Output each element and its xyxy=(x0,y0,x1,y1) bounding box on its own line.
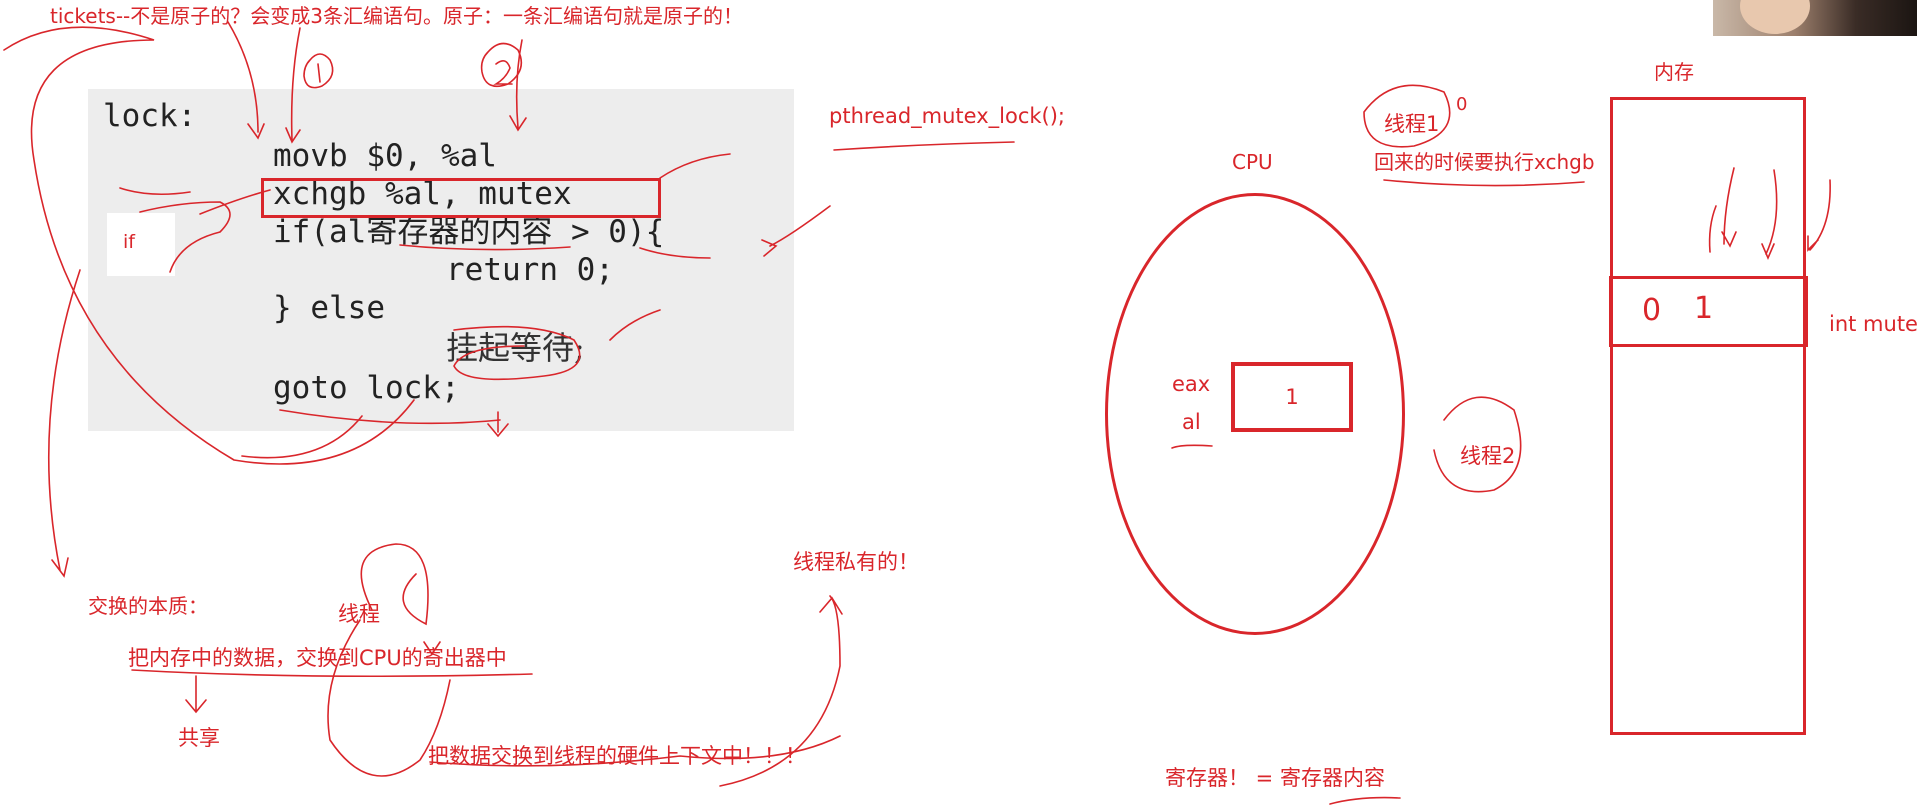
thread-word-note: 线程 xyxy=(338,602,380,626)
circled-mark-1 xyxy=(303,53,334,89)
header-note: tickets--不是原子的？会变成3条汇编语句。原子：一条汇编语句就是原子的！ xyxy=(50,4,743,28)
pthread-call-note: pthread_mutex_lock(); xyxy=(829,104,1065,128)
if-label: if xyxy=(123,231,135,253)
mem-arrow-3 xyxy=(1807,179,1831,252)
code-line-suspend: 挂起等待; xyxy=(446,329,585,367)
swap-desc-note: 把内存中的数据，交换到CPU的寄出器中 xyxy=(128,646,507,670)
code-line-movb: movb $0, %al xyxy=(273,138,497,174)
thread1-label: 线程1 xyxy=(1384,112,1440,136)
underline-pthread xyxy=(833,141,1015,151)
al-register-value: 1 xyxy=(1285,385,1299,409)
thread1-mark: 0 xyxy=(1456,94,1468,115)
shared-note: 共享 xyxy=(178,726,220,750)
code-line-label: lock: xyxy=(103,98,197,134)
swap-to-context-note: 把数据交换到线程的硬件上下文中！！！ xyxy=(428,744,806,768)
mutex-old-value: 0 xyxy=(1642,293,1662,328)
code-line-return: return 0; xyxy=(446,252,614,288)
cpu-label: CPU xyxy=(1232,150,1273,174)
thread1-note: 回来的时候要执行xchgb xyxy=(1374,150,1595,174)
if-label-box: if xyxy=(107,213,175,276)
swap-essence-note: 交换的本质： xyxy=(88,594,208,618)
shared-arrow xyxy=(185,675,207,714)
al-register-box: 1 xyxy=(1231,362,1353,432)
mutex-new-value: 1 xyxy=(1694,291,1714,326)
code-line-goto: goto lock; xyxy=(273,370,460,406)
mutex-memory-cell: 0 1 xyxy=(1609,276,1808,347)
arrow-down-note xyxy=(47,269,81,578)
thread-private-note: 线程私有的！ xyxy=(793,550,919,574)
xchgb-highlight-box xyxy=(261,178,661,218)
thread1-underline xyxy=(1383,179,1585,187)
eax-register-label: eax xyxy=(1172,372,1211,396)
int-mutex-label: int mutex xyxy=(1829,312,1917,336)
code-line-else: } else xyxy=(273,290,385,326)
memory-column xyxy=(1610,97,1806,735)
thread2-label: 线程2 xyxy=(1460,444,1516,468)
register-vs-content-note: 寄存器！ = 寄存器内容 xyxy=(1165,766,1385,790)
code-line-if: if(al寄存器的内容 > 0){ xyxy=(273,214,665,250)
circled-mark-2 xyxy=(480,42,523,88)
assembly-code-panel: lock: movb $0, %al xchgb %al, mutex if(a… xyxy=(88,89,794,431)
al-register-label: al xyxy=(1182,410,1201,434)
memory-label: 内存 xyxy=(1654,60,1694,84)
register-underline xyxy=(1329,796,1401,805)
